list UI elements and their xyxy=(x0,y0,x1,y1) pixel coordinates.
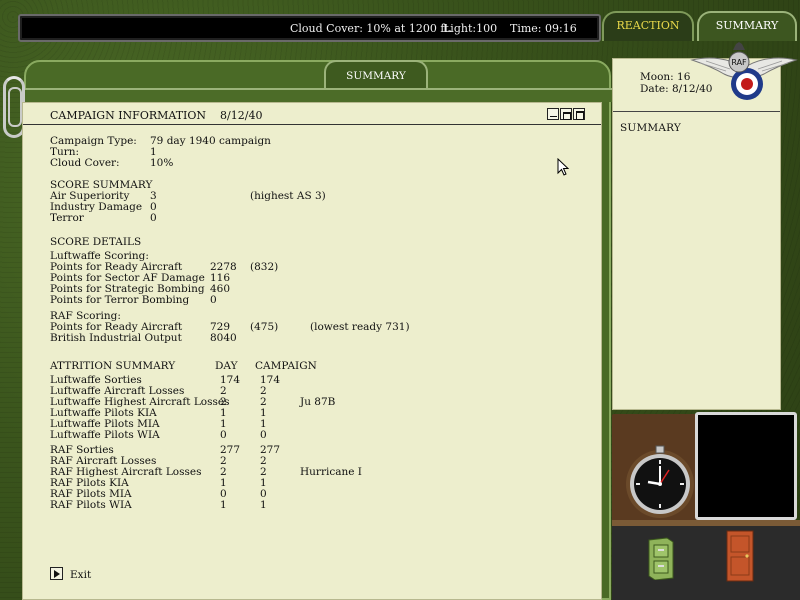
cloud-cover-status: Cloud Cover: 10% at 1200 ft. xyxy=(290,22,453,35)
bottom-shelf xyxy=(612,520,800,600)
panel-divider xyxy=(613,111,780,112)
exit-arrow-icon[interactable] xyxy=(50,567,63,580)
exit-label[interactable]: Exit xyxy=(70,569,91,581)
tab-summary[interactable]: SUMMARY xyxy=(697,11,797,41)
folder-tab-summary[interactable]: SUMMARY xyxy=(324,60,428,90)
clock-icon[interactable] xyxy=(622,444,698,520)
window-title: CAMPAIGN INFORMATION 8/12/40 xyxy=(50,109,263,122)
col-day-header: DAY xyxy=(215,360,238,372)
window-date: 8/12/40 xyxy=(220,109,263,122)
tab-reaction[interactable]: REACTION xyxy=(602,11,694,41)
status-bar: Cloud Cover: 10% at 1200 ft. Light:100 T… xyxy=(18,14,601,42)
maximize-icon[interactable] xyxy=(573,108,585,120)
svg-text:RAF: RAF xyxy=(731,58,747,67)
door-icon[interactable] xyxy=(726,530,754,582)
attrition-header: ATTRITION SUMMARY xyxy=(50,360,176,372)
raf-wings-emblem-icon: RAF xyxy=(690,42,798,100)
side-panel-header: SUMMARY xyxy=(620,122,682,134)
mouse-pointer-icon xyxy=(557,158,570,176)
file-cabinet-icon[interactable] xyxy=(645,536,675,580)
light-status: Light:100 xyxy=(443,22,498,35)
moon-info: Moon: 16 xyxy=(640,71,691,83)
col-campaign-header: CAMPAIGN xyxy=(255,360,317,372)
time-status: Time: 09:16 xyxy=(510,22,577,35)
folder-strip xyxy=(22,88,612,102)
score-details-header: SCORE DETAILS xyxy=(50,236,142,248)
restore-icon[interactable] xyxy=(560,108,572,120)
video-viewport xyxy=(695,412,797,520)
window-title-bar: CAMPAIGN INFORMATION 8/12/40 xyxy=(23,103,601,125)
minimize-icon[interactable] xyxy=(547,108,559,120)
side-panel: Moon: 16 Date: 8/12/40 SUMMARY xyxy=(612,58,781,410)
campaign-info-window: CAMPAIGN INFORMATION 8/12/40 Campaign Ty… xyxy=(22,102,602,600)
